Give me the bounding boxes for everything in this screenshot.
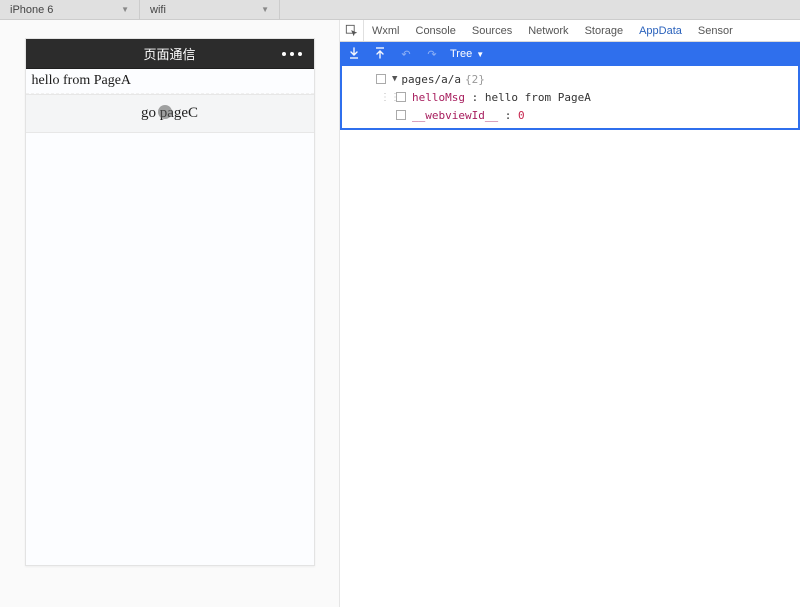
inspect-icon (345, 24, 359, 38)
go-pagec-button[interactable]: go pageC (26, 94, 314, 133)
appdata-toolbar: ↶ ↷ Tree ▼ (340, 42, 800, 66)
tree-root-path: pages/a/a (401, 73, 461, 86)
tab-storage[interactable]: Storage (577, 20, 632, 41)
tree-root-count: {2} (465, 73, 485, 86)
devtools-pane: Wxml Console Sources Network Storage App… (340, 20, 800, 607)
tab-wxml[interactable]: Wxml (364, 20, 408, 41)
tab-sources[interactable]: Sources (464, 20, 520, 41)
chevron-down-icon: ▼ (121, 5, 129, 14)
expand-down-icon[interactable] (346, 47, 362, 62)
undo-icon[interactable]: ↶ (398, 48, 414, 61)
checkbox[interactable] (376, 74, 386, 84)
tree-item-row[interactable]: ⋮⋮ helloMsg : hello from PageA (342, 88, 798, 106)
tree-item-row[interactable]: ⋮⋮ __webviewId__ : 0 (342, 106, 798, 124)
device-selector[interactable]: iPhone 6 ▼ (0, 0, 140, 19)
page-title: 页面通信 (143, 44, 195, 63)
devtools-tabs: Wxml Console Sources Network Storage App… (340, 20, 800, 42)
simulator-pane: 页面通信 hello from PageA go pageC (0, 20, 340, 607)
appdata-tree: ⋮⋮ ▼ pages/a/a {2} ⋮⋮ helloMsg : hello f… (340, 66, 800, 130)
chevron-down-icon: ▼ (261, 5, 269, 14)
drag-handle-icon[interactable]: ⋮⋮ (380, 92, 394, 103)
phone-body: hello from PageA go pageC (26, 69, 314, 565)
checkbox[interactable] (396, 92, 406, 102)
element-picker-button[interactable] (340, 20, 364, 41)
disclosure-triangle-icon[interactable]: ▼ (392, 74, 397, 84)
tab-sensor[interactable]: Sensor (690, 20, 741, 41)
network-selector[interactable]: wifi ▼ (140, 0, 280, 19)
redo-icon[interactable]: ↷ (424, 48, 440, 61)
device-selector-label: iPhone 6 (10, 4, 53, 16)
tree-root-row[interactable]: ⋮⋮ ▼ pages/a/a {2} (342, 70, 798, 88)
phone-nav-bar: 页面通信 (26, 39, 314, 69)
colon: : (465, 91, 485, 104)
tree-item-value: hello from PageA (485, 91, 591, 104)
network-selector-label: wifi (150, 4, 166, 16)
touch-indicator-icon (158, 105, 172, 119)
view-mode-selector[interactable]: Tree ▼ (450, 48, 484, 60)
tree-item-key: helloMsg (412, 91, 465, 104)
tree-item-value: 0 (518, 109, 525, 122)
tab-network[interactable]: Network (520, 20, 576, 41)
colon: : (498, 109, 518, 122)
tree-item-key: __webviewId__ (412, 109, 498, 122)
collapse-up-icon[interactable] (372, 47, 388, 62)
checkbox[interactable] (396, 110, 406, 120)
simulator-topbar: iPhone 6 ▼ wifi ▼ (0, 0, 800, 20)
tab-appdata[interactable]: AppData (631, 20, 690, 41)
chevron-down-icon: ▼ (476, 50, 484, 59)
more-icon[interactable] (282, 52, 302, 56)
view-mode-label: Tree (450, 48, 472, 60)
page-message: hello from PageA (26, 69, 314, 94)
phone-frame: 页面通信 hello from PageA go pageC (25, 38, 315, 566)
tab-console[interactable]: Console (408, 20, 464, 41)
